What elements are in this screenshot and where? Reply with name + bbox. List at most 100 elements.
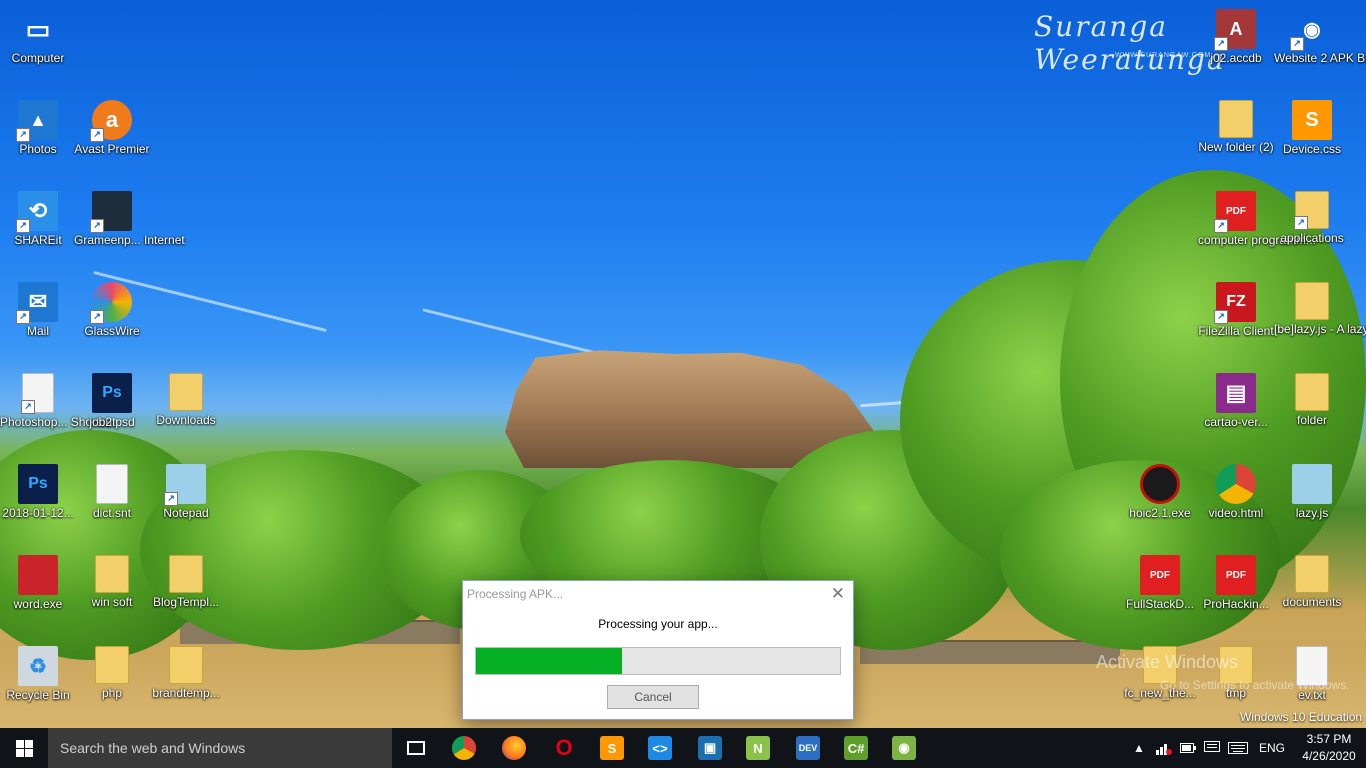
computer-icon: ▭ xyxy=(25,13,51,44)
desktop-icon-label: applications xyxy=(1280,231,1344,245)
android-builder-icon: ◉ xyxy=(892,736,916,760)
taskbar-app[interactable]: <> xyxy=(636,728,684,768)
desktop-icon[interactable]: ↗ Notepad xyxy=(148,464,224,521)
taskbar-app[interactable] xyxy=(440,728,488,768)
activate-windows-hint: Go to Settings to activate Windows. xyxy=(1160,678,1350,692)
file-icon xyxy=(96,464,128,504)
progress-fill xyxy=(476,648,622,674)
desktop-icon[interactable]: hoic2.1.exe xyxy=(1122,464,1198,521)
shortcut-arrow-icon: ↗ xyxy=(1294,216,1308,230)
clock[interactable]: 3:57 PM 4/26/2020 xyxy=(1296,731,1362,765)
desktop-icon-label: job2.psd xyxy=(89,415,135,429)
desktop-icon[interactable]: BlogTempl... xyxy=(148,555,224,610)
desktop-icon-label: Notepad xyxy=(163,506,209,520)
desktop-icon-label: Grameenp... Internet xyxy=(74,233,185,247)
access-icon: A ↗ xyxy=(1214,9,1256,51)
clock-date: 4/26/2020 xyxy=(1302,749,1356,763)
search-input[interactable]: Search the web and Windows xyxy=(48,728,392,768)
desktop-icon-label: cartao-ver... xyxy=(1204,415,1268,429)
desktop-icon[interactable]: a ↗ Avast Premier xyxy=(74,100,150,157)
taskbar-app[interactable]: DEV xyxy=(784,728,832,768)
clock-time: 3:57 PM xyxy=(1306,732,1352,746)
desktop-icon-label: ProHackin... xyxy=(1203,597,1269,611)
grameenphone-icon: ↗ xyxy=(90,191,132,233)
file-icon: ↗ xyxy=(21,373,54,414)
shortcut-arrow-icon: ↗ xyxy=(164,492,178,506)
task-view-icon xyxy=(407,741,425,755)
desktop-icon-label: dict.snt xyxy=(92,506,131,520)
close-icon[interactable]: ✕ xyxy=(831,584,845,604)
cloud-streak xyxy=(422,308,598,355)
notepad-plus-icon: C# xyxy=(844,736,868,760)
desktop-icon[interactable]: video.html xyxy=(1198,464,1274,521)
desktop-icon[interactable]: dict.snt xyxy=(74,464,150,521)
desktop-icon[interactable]: ▲ ↗ Photos xyxy=(0,100,76,157)
taskbar-app[interactable]: C# xyxy=(832,728,880,768)
desktop-icon[interactable]: folder xyxy=(1274,373,1350,428)
desktop-icon[interactable]: brandtemp... xyxy=(148,646,224,701)
taskbar-app[interactable]: ▣ xyxy=(686,728,734,768)
taskbar-app[interactable]: N xyxy=(734,728,782,768)
taskbar-app[interactable] xyxy=(490,728,538,768)
desktop-icon[interactable]: Ps 2018-01-12... xyxy=(0,464,76,521)
desktop-icon-label: New folder (2) xyxy=(1198,140,1274,154)
folder-icon xyxy=(95,646,129,684)
start-button[interactable] xyxy=(0,728,48,768)
network-icon[interactable] xyxy=(1154,728,1174,768)
folder-icon xyxy=(95,555,129,593)
desktop-icon[interactable]: win soft xyxy=(74,555,150,610)
desktop-icon[interactable]: lazy.js xyxy=(1274,464,1350,521)
action-center-icon[interactable] xyxy=(1202,728,1222,768)
desktop-icon[interactable]: FZ ↗ FileZilla Client xyxy=(1198,282,1274,339)
folder-icon xyxy=(169,555,203,593)
desktop-icon-label: documents xyxy=(1282,595,1342,609)
taskbar-app[interactable]: O xyxy=(540,728,588,768)
desktop-icon[interactable]: ✉ ↗ Mail xyxy=(0,282,76,339)
desktop-icon-label: Recycle Bin xyxy=(6,688,70,702)
taskbar-app[interactable]: ◉ xyxy=(880,728,928,768)
desktop-icon[interactable]: S Device.css xyxy=(1274,100,1350,157)
desktop-icon-label: php xyxy=(101,686,123,700)
notepad-icon xyxy=(1292,464,1332,504)
desktop-icon[interactable]: New folder (2) xyxy=(1198,100,1274,155)
taskbar-app[interactable]: S xyxy=(588,728,636,768)
language-indicator[interactable]: ENG xyxy=(1254,728,1290,768)
desktop-icon-label: Photoshop... Shortcut xyxy=(0,415,116,429)
desktop-icon[interactable]: php xyxy=(74,646,150,701)
desktop-icon[interactable]: ev.txt xyxy=(1274,646,1350,703)
shortcut-arrow-icon: ↗ xyxy=(1290,37,1304,51)
desktop-icon[interactable]: ↗ Grameenp... Internet xyxy=(74,191,185,248)
desktop-icon[interactable]: documents xyxy=(1274,555,1350,610)
cancel-button[interactable]: Cancel xyxy=(607,685,699,709)
desktop-icon[interactable]: ↗ applications xyxy=(1274,191,1350,246)
desktop-icon[interactable]: Ps job2.psd xyxy=(74,373,150,430)
desktop-icon[interactable]: Downloads xyxy=(148,373,224,428)
desktop-icon[interactable]: ♻ Recycle Bin xyxy=(0,646,76,703)
desktop-icon[interactable]: PDF FullStackD... xyxy=(1122,555,1198,612)
shortcut-arrow-icon: ↗ xyxy=(1214,219,1228,233)
photos-icon: ▲ ↗ xyxy=(16,100,58,142)
desktop-icon-label: Computer xyxy=(11,51,65,65)
pdf-icon: PDF xyxy=(1216,555,1256,595)
folder-icon xyxy=(1295,555,1329,593)
folder-icon xyxy=(1295,282,1329,320)
notepad-plus-icon: N xyxy=(746,736,770,760)
desktop-icon[interactable]: ▤ cartao-ver... xyxy=(1198,373,1274,430)
desktop-icon[interactable]: word.exe xyxy=(0,555,76,612)
desktop-icon[interactable]: ▭ Computer xyxy=(0,9,76,66)
desktop-icon[interactable]: ↗ GlassWire xyxy=(74,282,150,339)
desktop-icon-label: j02.accdb xyxy=(1210,51,1262,65)
desktop-icon[interactable]: PDF ↗ computer programm... xyxy=(1198,191,1316,248)
desktop-icon[interactable]: A ↗ j02.accdb xyxy=(1198,9,1274,66)
desktop-icon[interactable]: PDF ProHackin... xyxy=(1198,555,1274,612)
taskbar-app[interactable] xyxy=(392,728,440,768)
battery-icon[interactable] xyxy=(1178,728,1198,768)
desktop-icon-label: folder xyxy=(1296,413,1328,427)
keyboard-icon[interactable] xyxy=(1226,728,1250,768)
desktop-icon[interactable]: ◉↗Website 2 APK Build... xyxy=(1274,9,1366,66)
desktop-icon[interactable]: [be]lazy.js - A lazy loadin... xyxy=(1274,282,1366,337)
desktop-icon-label: FileZilla Client xyxy=(1198,324,1274,338)
desktop-icon[interactable]: ⟲ ↗ SHAREit xyxy=(0,191,76,248)
chevron-up-icon[interactable]: ▲ xyxy=(1130,728,1148,768)
desktop-icon[interactable]: ↗ Photoshop... Shortcut xyxy=(0,373,116,430)
